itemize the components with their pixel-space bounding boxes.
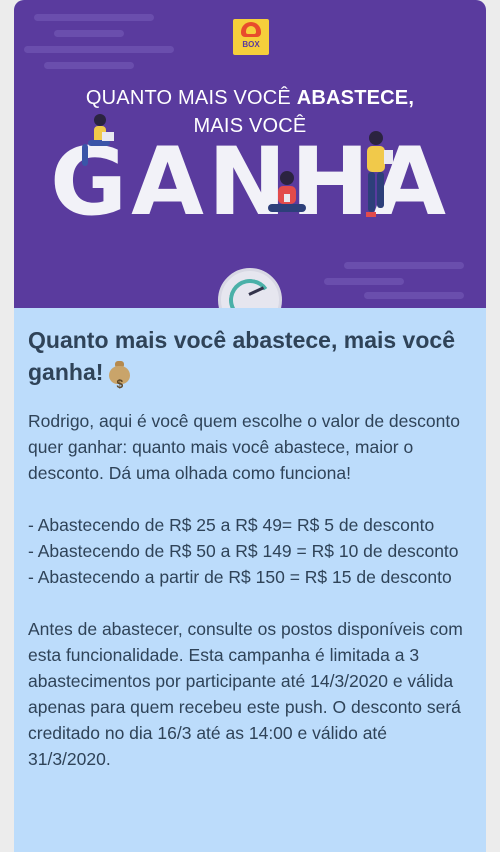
discount-tier-item: - Abastecendo a partir de R$ 150 = R$ 15…: [28, 567, 452, 587]
promo-banner: BOX QUANTO MAIS VOCÊ ABASTECE, MAIS VOCÊ…: [14, 0, 486, 308]
decorative-stripe: [54, 30, 124, 37]
banner-headline-line1: QUANTO MAIS VOCÊ ABASTECE,: [85, 87, 415, 109]
message-body: Quanto mais você abastece, mais você gan…: [14, 308, 486, 852]
decorative-stripe: [44, 62, 134, 69]
notification-card: BOX QUANTO MAIS VOCÊ ABASTECE, MAIS VOCÊ…: [14, 0, 486, 852]
discount-tier-list: - Abastecendo de R$ 25 a R$ 49= R$ 5 de …: [28, 512, 472, 590]
discount-tier-item: - Abastecendo de R$ 25 a R$ 49= R$ 5 de …: [28, 515, 435, 535]
decorative-stripe: [34, 14, 154, 21]
shell-box-logo: BOX: [233, 19, 269, 55]
intro-paragraph: Rodrigo, aqui é você quem escolhe o valo…: [28, 411, 460, 483]
speedometer-icon: [218, 268, 282, 308]
person-standing-illustration: [366, 131, 393, 217]
shell-icon: [241, 22, 261, 37]
message-title: Quanto mais você abastece, mais você gan…: [28, 327, 455, 391]
money-bag-icon: $: [107, 359, 131, 391]
decorative-stripe: [364, 292, 464, 299]
person-phone-illustration: [268, 171, 306, 212]
decorative-stripe: [24, 46, 174, 53]
person-sitting-illustration: [82, 114, 114, 166]
terms-paragraph: Antes de abastecer, consulte os postos d…: [28, 619, 463, 769]
decorative-stripe: [344, 262, 464, 269]
discount-tier-item: - Abastecendo de R$ 50 a R$ 149 = R$ 10 …: [28, 541, 459, 561]
decorative-stripe: [324, 278, 404, 285]
